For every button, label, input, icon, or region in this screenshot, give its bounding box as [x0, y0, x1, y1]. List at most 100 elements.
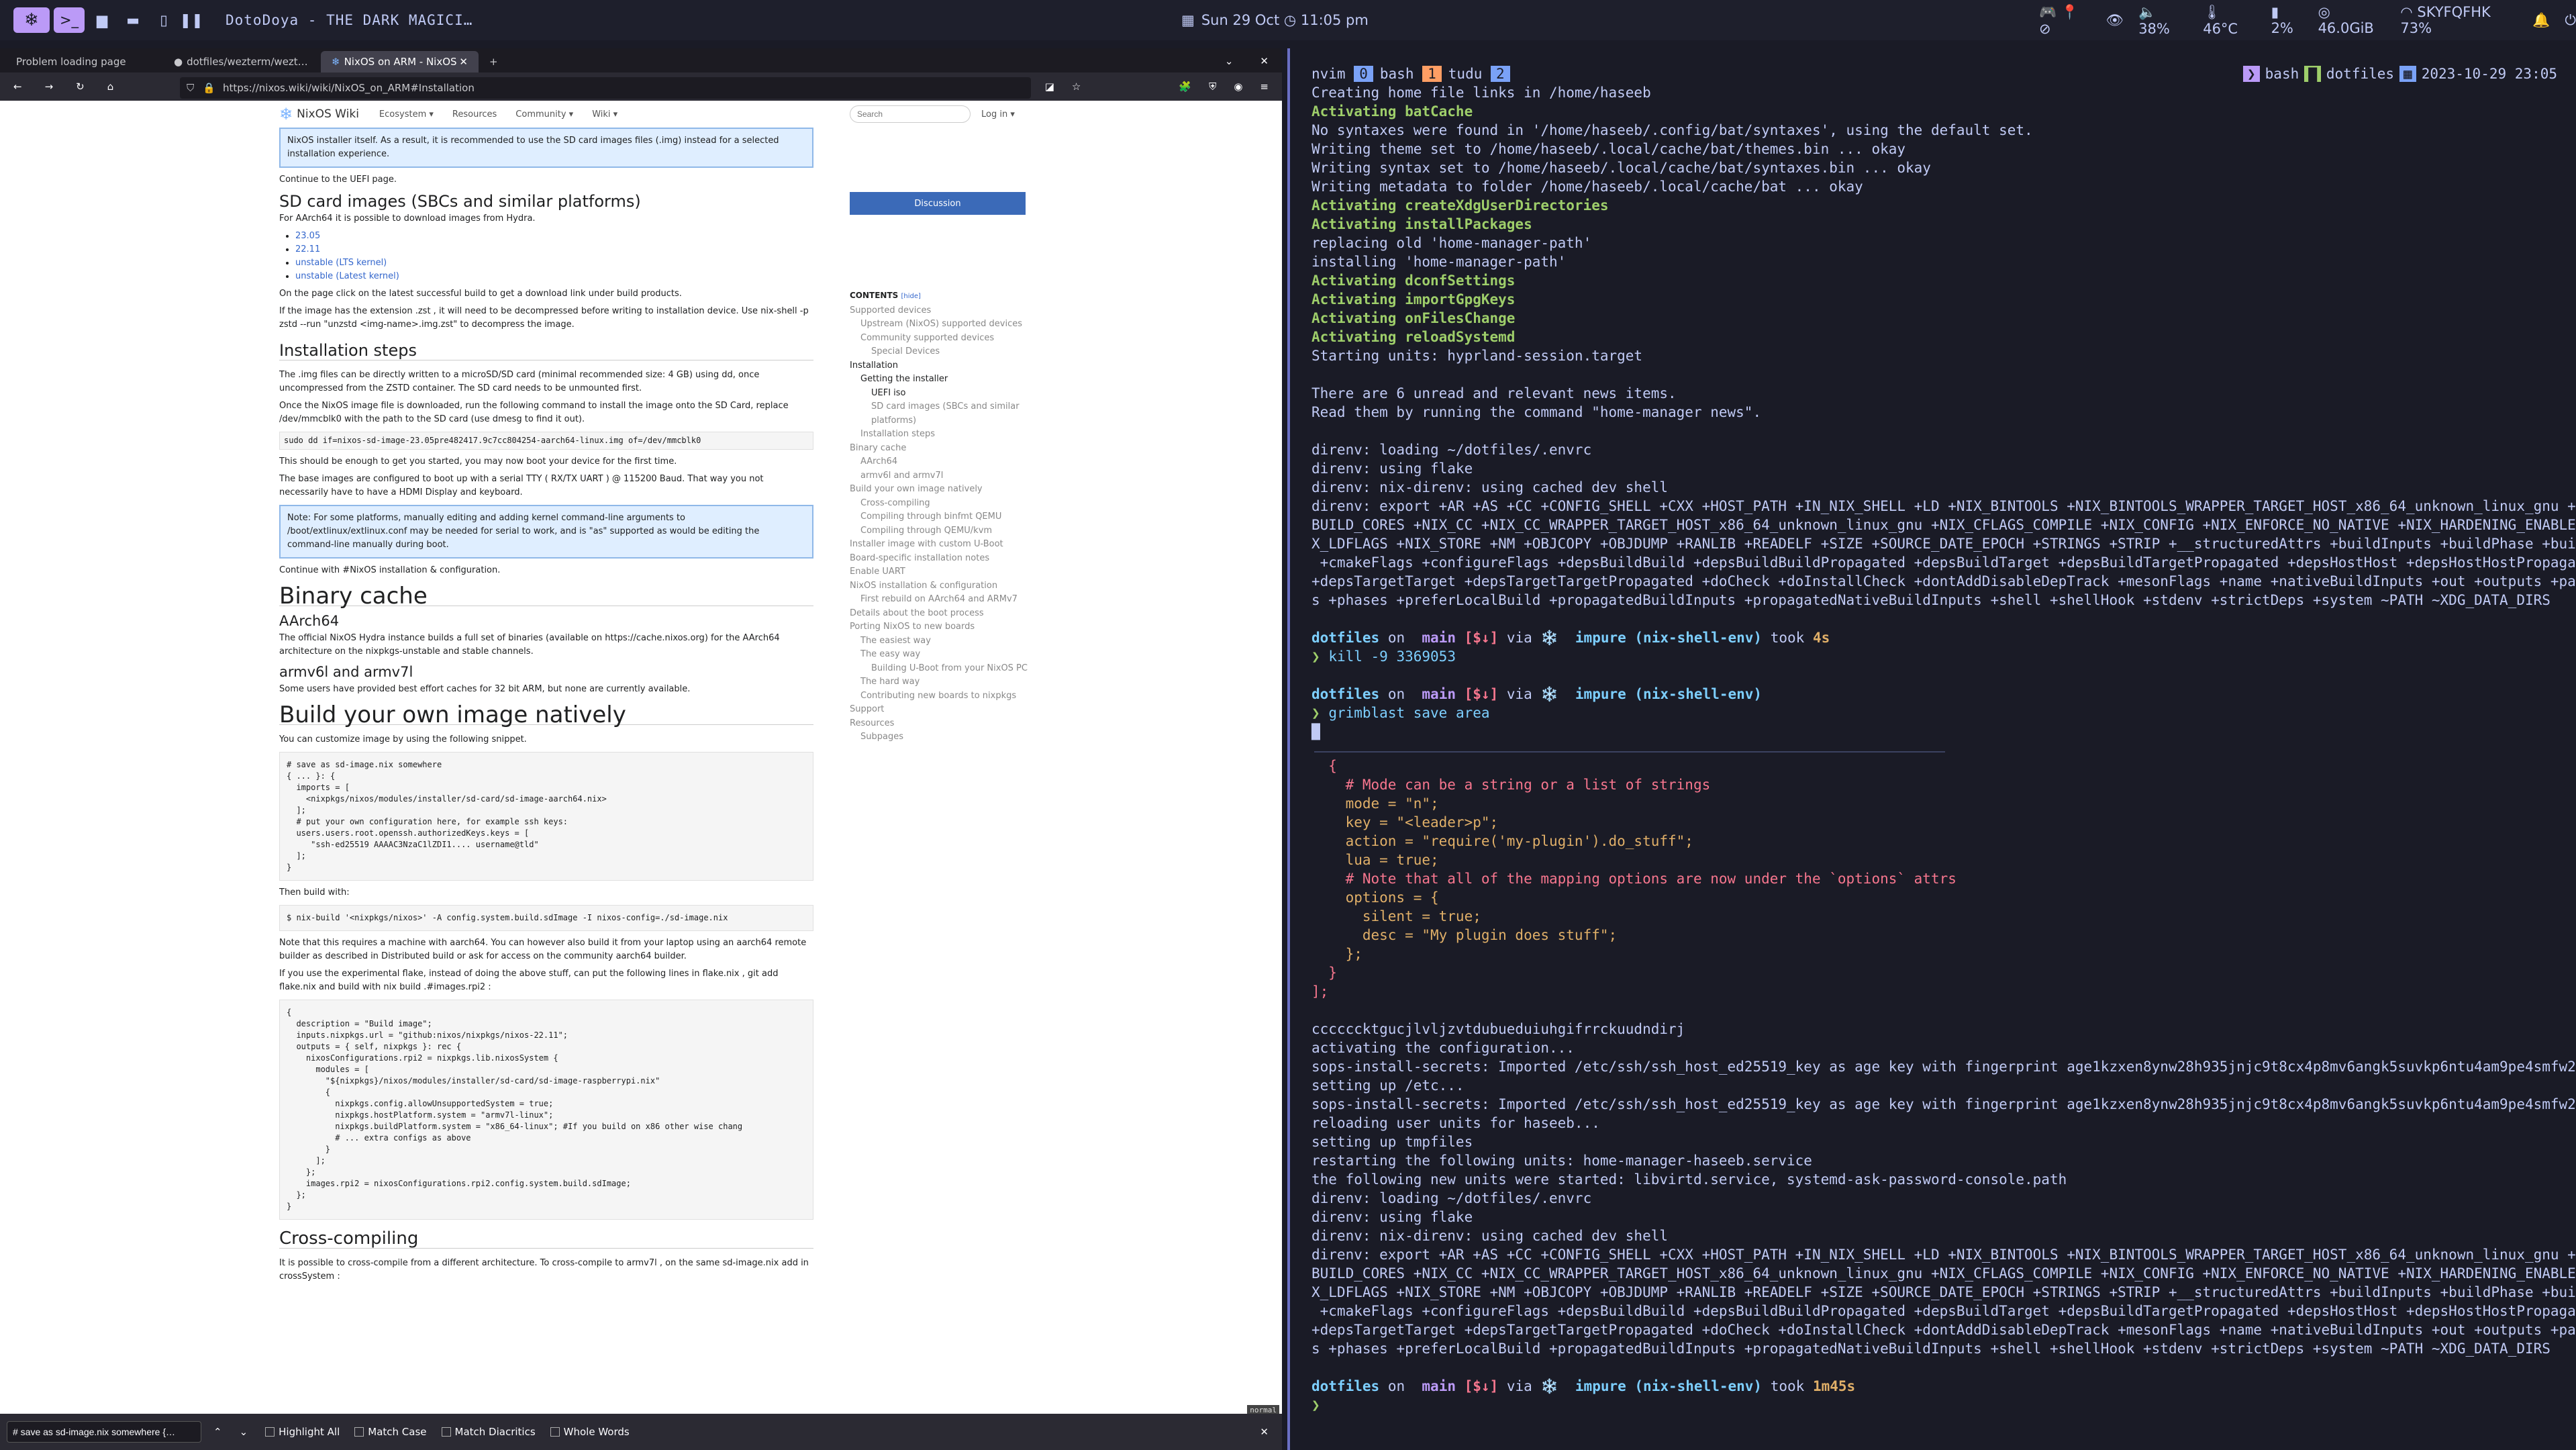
toc-item[interactable]: Support: [850, 703, 1044, 717]
tab-problem-loading[interactable]: Problem loading page: [5, 51, 163, 72]
pause-icon[interactable]: ❚❚: [179, 7, 203, 33]
toc-item[interactable]: Enable UART: [850, 565, 1044, 579]
toc-item[interactable]: Community supported devices: [850, 332, 1044, 346]
tray-icons[interactable]: 🎮 📍 ⊘: [2039, 4, 2091, 37]
terminal-line: setting up /etc...: [1311, 1077, 1465, 1094]
tmux-window-tudu[interactable]: tudu 2: [1448, 66, 1510, 82]
toc-item[interactable]: Installation steps: [850, 428, 1044, 442]
toc-item[interactable]: armv6l and armv7l: [850, 469, 1044, 483]
menu-resources[interactable]: Resources: [452, 109, 497, 119]
tab-dotfiles[interactable]: ● dotfiles/wezterm/wezt…: [163, 51, 321, 72]
login-link[interactable]: Log in ▾: [981, 109, 1015, 119]
back-icon[interactable]: ←: [13, 81, 22, 93]
bell-icon[interactable]: 🔔: [2532, 12, 2550, 29]
toc-item[interactable]: The hard way: [850, 675, 1044, 689]
new-tab-button[interactable]: +: [479, 51, 505, 72]
toc-item[interactable]: The easy way: [850, 648, 1044, 662]
toc-item[interactable]: UEFI iso: [850, 387, 1044, 401]
link-unstable-lts[interactable]: unstable (LTS kernel): [295, 258, 387, 268]
toc-item[interactable]: Porting NixOS to new boards: [850, 620, 1044, 634]
highlight-all-checkbox[interactable]: Highlight All: [265, 1426, 340, 1438]
toc-item[interactable]: Build your own image natively: [850, 483, 1044, 497]
toc-hide-link[interactable]: [hide]: [901, 293, 921, 300]
window-index: 0: [1354, 66, 1373, 82]
prompt-env: ❄️ impure (nix-shell-env): [1540, 686, 1763, 702]
phone-icon[interactable]: ▯: [150, 7, 177, 33]
match-case-checkbox[interactable]: Match Case: [354, 1426, 427, 1438]
link-2305[interactable]: 23.05: [295, 231, 320, 241]
window-controls: ⌄ ✕: [1211, 55, 1282, 72]
toc-item[interactable]: Getting the installer: [850, 373, 1044, 387]
match-diacritics-checkbox[interactable]: Match Diacritics: [441, 1426, 536, 1438]
toc-item[interactable]: NixOS installation & configuration: [850, 579, 1044, 593]
nixos-logo-icon[interactable]: ❄: [13, 7, 50, 33]
toc-item[interactable]: Subpages: [850, 730, 1044, 744]
toc-item[interactable]: First rebuild on AArch64 and ARMv7: [850, 593, 1044, 607]
whole-words-checkbox[interactable]: Whole Words: [550, 1426, 630, 1438]
close-icon[interactable]: ✕: [1260, 1426, 1269, 1438]
article-body: NixOS installer itself. As a result, it …: [279, 128, 813, 1288]
toc-item[interactable]: Special Devices: [850, 345, 1044, 359]
toc-item[interactable]: Resources: [850, 717, 1044, 731]
chevron-down-icon[interactable]: ⌄: [240, 1426, 248, 1438]
terminal-icon[interactable]: >_: [54, 7, 85, 33]
link-2211[interactable]: 22.11: [295, 244, 320, 254]
pocket-icon[interactable]: ◪: [1045, 81, 1054, 93]
toc-item[interactable]: Upstream (NixOS) supported devices: [850, 318, 1044, 332]
extension-icon[interactable]: 🧩: [1179, 81, 1191, 93]
home-icon[interactable]: ⌂: [107, 81, 114, 93]
toc-item[interactable]: Details about the boot process: [850, 607, 1044, 621]
site-name[interactable]: NixOS Wiki: [297, 107, 359, 121]
account-icon[interactable]: ◉: [1234, 81, 1242, 93]
toc-item[interactable]: Building U-Boot from your NixOS PC: [850, 662, 1044, 676]
tab-nixos-on-arm[interactable]: ❄ NixOS on ARM - NixOS ✕: [321, 51, 479, 72]
terminal-line: ccccccktgucjlvljzvtdubueduiuhgifrrckuudn…: [1311, 1021, 1685, 1037]
menu-ecosystem[interactable]: Ecosystem ▾: [379, 109, 434, 119]
reload-icon[interactable]: ↻: [76, 81, 85, 93]
url-bar[interactable]: ⛉ 🔒 https://nixos.wiki/wiki/NixOS_on_ARM…: [180, 77, 1031, 99]
clock[interactable]: ▦ Sun 29 Oct ◷ 11:05 pm: [1181, 0, 1369, 40]
terminal-line: Activating installPackages: [1311, 216, 1532, 232]
tab-strip: Problem loading page ● dotfiles/wezterm/w…: [0, 48, 1282, 72]
toc-item[interactable]: Board-specific installation notes: [850, 552, 1044, 566]
menu-community[interactable]: Community ▾: [515, 109, 573, 119]
menu-wiki[interactable]: Wiki ▾: [592, 109, 617, 119]
window-index: 1: [1422, 66, 1442, 82]
toc-item[interactable]: Supported devices: [850, 304, 1044, 318]
toc-item[interactable]: Compiling through binfmt QEMU: [850, 510, 1044, 524]
volume-indicator[interactable]: 🔈 38%: [2138, 4, 2188, 37]
chat-icon[interactable]: ▬: [119, 7, 146, 33]
search-input[interactable]: [850, 105, 971, 123]
toc-item[interactable]: Installation: [850, 359, 1044, 373]
window-name: nvim: [1311, 66, 1346, 82]
tmux-window-nvim[interactable]: nvim 0: [1311, 66, 1373, 82]
toc-item[interactable]: The easiest way: [850, 634, 1044, 648]
folder-icon[interactable]: ▆: [89, 7, 115, 33]
terminal-line: Starting units: hyprland-session.target: [1311, 348, 1643, 364]
forward-icon[interactable]: →: [45, 81, 54, 93]
close-icon[interactable]: ✕: [459, 56, 468, 68]
toc-item[interactable]: Contributing new boards to nixpkgs: [850, 689, 1044, 704]
code-block: # save as sd-image.nix somewhere { ... }…: [279, 752, 813, 881]
discussion-button[interactable]: Discussion: [850, 192, 1026, 215]
power-icon[interactable]: ⏻: [2565, 12, 2576, 29]
wifi-indicator[interactable]: ◠ SKYFQFHK 73%: [2400, 4, 2518, 36]
toc-item[interactable]: AArch64: [850, 455, 1044, 469]
shield-icon[interactable]: ⛨: [1209, 81, 1216, 93]
chevron-up-icon[interactable]: ⌃: [213, 1426, 222, 1438]
toc-item[interactable]: Binary cache: [850, 442, 1044, 456]
toc-item[interactable]: Compiling through QEMU/kvm: [850, 524, 1044, 538]
toc-item[interactable]: SD card images (SBCs and similar platfor…: [850, 400, 1044, 428]
tmux-window-bash[interactable]: bash 1: [1380, 66, 1442, 82]
toc-item[interactable]: Cross-compiling: [850, 497, 1044, 511]
toc-item[interactable]: Installer image with custom U-Boot: [850, 538, 1044, 552]
chevron-down-icon[interactable]: ⌄: [1225, 55, 1234, 67]
eye-icon[interactable]: 👁: [2106, 12, 2124, 29]
menu-icon[interactable]: ≡: [1260, 81, 1269, 93]
terminal-window[interactable]: nvim 0 bash 1 tudu 2 ❯ bash ▇ dotfiles ▦ 20…: [1290, 48, 2576, 1450]
close-window-icon[interactable]: ✕: [1260, 55, 1269, 67]
find-input[interactable]: [7, 1421, 201, 1443]
link-unstable-latest[interactable]: unstable (Latest kernel): [295, 271, 399, 281]
bookmark-icon[interactable]: ☆: [1072, 81, 1081, 93]
terminal-line: mode = "n";: [1311, 795, 1439, 812]
